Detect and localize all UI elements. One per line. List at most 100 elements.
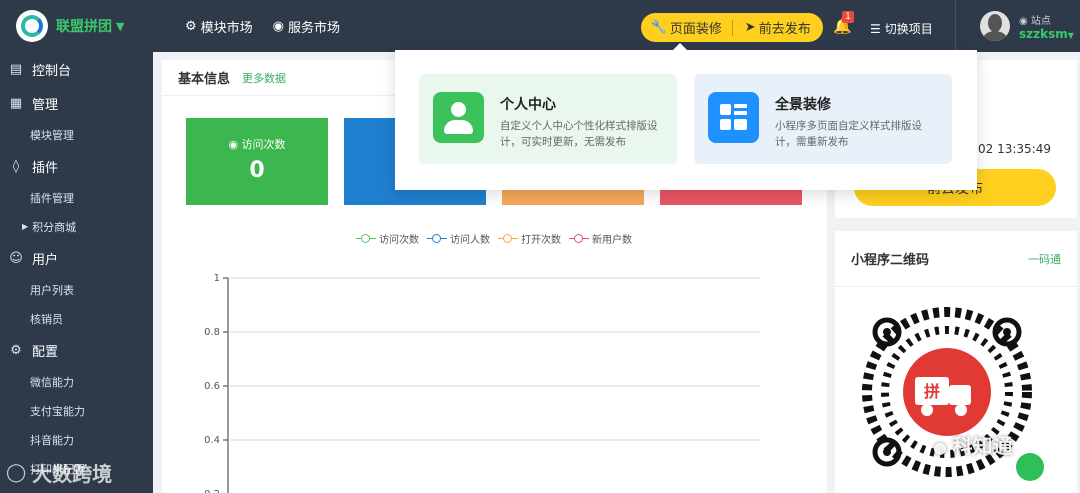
cubes-icon: ⚙ (185, 18, 197, 34)
sidebar-item-label: 模块管理 (30, 128, 74, 142)
switch-project-button[interactable]: ☰ 切换项目 (870, 20, 933, 37)
option-title: 个人中心 (500, 97, 556, 113)
legend-item[interactable]: 新用户数 (569, 231, 632, 246)
sidebar-item-label: 微信能力 (30, 375, 74, 389)
stat-label: 访问次数 (241, 138, 286, 151)
legend-marker (569, 233, 589, 244)
sidebar-item-user-list[interactable]: 用户列表 (0, 275, 153, 304)
legend-label: 访问人数 (450, 235, 490, 246)
sidebar-item-module-manage[interactable]: 模块管理 (0, 120, 153, 149)
layout-grid-icon (708, 92, 759, 143)
send-icon: ➤ (744, 20, 756, 35)
card-title: 基本信息 (178, 72, 231, 87)
sidebar-group-plugins[interactable]: ◊ 插件 (0, 149, 153, 183)
legend-marker (356, 233, 376, 244)
more-data-link[interactable]: 更多数据 (242, 70, 286, 86)
legend-marker (427, 233, 447, 244)
top-nav: ⚙ 模块市场 ◉ 服务市场 (185, 17, 360, 36)
sidebar-group-label: 用户 (32, 252, 59, 268)
sidebar-group-label: 控制台 (32, 63, 72, 79)
grid-icon: ▦ (9, 95, 23, 111)
sidebar-group-manage[interactable]: ▦ 管理 (0, 86, 153, 120)
notification-bell-icon[interactable]: 🔔 1 (833, 11, 854, 35)
sidebar-item-label: 积分商城 (32, 220, 77, 234)
wechat-icon: ● (933, 438, 953, 457)
stat-visits[interactable]: ◉ 访问次数 0 (186, 118, 328, 205)
legend-item[interactable]: 访问人数 (427, 231, 490, 246)
sidebar-item-wechat[interactable]: 微信能力 (0, 367, 153, 396)
header-action-pill: 🔧 页面装修 ➤ 前去发布 (641, 13, 823, 42)
option-title: 全景装修 (775, 97, 831, 113)
y-tick-label: 0.2 (204, 489, 220, 493)
qr-link[interactable]: 一码通 (1028, 251, 1061, 267)
stat-value: 0 (249, 158, 265, 183)
legend-label: 新用户数 (592, 235, 632, 246)
legend-marker (498, 233, 518, 244)
qr-header: 小程序二维码 一码通 (835, 231, 1077, 287)
sidebar-item-verifier[interactable]: 核销员 (0, 304, 153, 333)
chevron-down-icon: ▼ (116, 19, 125, 33)
nav-label: 服务市场 (288, 20, 341, 36)
mini-program-qr-code: 拼 (862, 307, 1044, 481)
option-full-decorate[interactable]: 全景装修 小程序多页面自定义样式排版设计，需重新发布 (694, 74, 952, 164)
y-tick-label: 1 (214, 273, 220, 284)
qr-title: 小程序二维码 (851, 253, 930, 268)
page-decorate-button[interactable]: 🔧 页面装修 (641, 18, 732, 37)
y-tick-label: 0.6 (204, 381, 220, 392)
sidebar-group-label: 管理 (32, 97, 59, 113)
nav-module-market[interactable]: ⚙ 模块市场 (185, 17, 253, 36)
site-label: 站点 (1030, 16, 1051, 27)
gear-icon: ⚙ (10, 342, 22, 358)
last-update-time: 02 13:35:49 (978, 142, 1051, 156)
avatar[interactable] (980, 11, 1010, 41)
wrench-icon: 🔧 (650, 20, 667, 35)
user-icon: ☺ (9, 250, 23, 266)
username: szzksm (1019, 27, 1068, 41)
sidebar: ▤ 控制台 ▦ 管理 模块管理 ◊ 插件 插件管理 ▶ 积分商城 ☺ 用户 用户… (0, 52, 153, 493)
sidebar-item-label: 用户列表 (30, 283, 74, 297)
site-icon: ◉ (1019, 16, 1031, 27)
sidebar-group-config[interactable]: ⚙ 配置 (0, 333, 153, 367)
sidebar-item-label: 插件管理 (30, 191, 74, 205)
sidebar-item-plugin-manage[interactable]: 插件管理 (0, 183, 153, 212)
y-tick-label: 0.4 (204, 435, 220, 446)
option-personal-center[interactable]: 个人中心 自定义个人中心个性化样式排版设计，可实时更新，无需发布 (419, 74, 677, 164)
popup-arrow (673, 43, 687, 50)
user-profile-icon (433, 92, 484, 143)
sidebar-item-douyin[interactable]: 抖音能力 (0, 425, 153, 454)
sidebar-item-label: 支付宝能力 (30, 404, 85, 418)
brand[interactable]: 联盟拼团 ▼ (0, 0, 153, 52)
user-info[interactable]: ◉ 站点 szzksm▼ (1019, 12, 1074, 41)
sidebar-item-label: 抖音能力 (30, 433, 74, 447)
dashboard-icon: ▤ (9, 61, 23, 77)
switch-project-label: 切换项目 (884, 22, 933, 36)
brand-name: 联盟拼团 (56, 19, 112, 35)
menu-icon: ☰ (870, 21, 881, 36)
watermark-right: ● 科知通 (933, 430, 1013, 459)
notification-badge: 1 (842, 11, 854, 23)
sidebar-group-users[interactable]: ☺ 用户 (0, 241, 153, 275)
header-divider (955, 0, 956, 52)
watermark-left: ◯ 大数跨境 (6, 458, 112, 487)
decorate-dropdown: 个人中心 自定义个人中心个性化样式排版设计，可实时更新，无需发布 全景装修 小程… (395, 43, 977, 190)
page-decorate-label: 页面装修 (669, 22, 722, 37)
globe-icon: ◉ (272, 18, 285, 34)
y-tick-label: 0.8 (204, 327, 220, 338)
sidebar-item-label: 核销员 (30, 312, 63, 326)
cube-icon: ◊ (12, 158, 20, 174)
sidebar-group-label: 配置 (32, 344, 59, 360)
legend-item[interactable]: 打开次数 (498, 231, 561, 246)
watermark-text: 科知通 (952, 434, 1013, 458)
nav-service-market[interactable]: ◉ 服务市场 (273, 17, 340, 36)
sidebar-group-dashboard[interactable]: ▤ 控制台 (0, 52, 153, 86)
legend-item[interactable]: 访问次数 (356, 231, 419, 246)
sidebar-item-alipay[interactable]: 支付宝能力 (0, 396, 153, 425)
legend-label: 打开次数 (521, 235, 561, 246)
sidebar-item-points-mall[interactable]: ▶ 积分商城 (0, 212, 153, 241)
legend-label: 访问次数 (379, 235, 419, 246)
caret-right-icon: ▶ (22, 222, 29, 231)
go-publish-button[interactable]: ➤ 前去发布 (733, 18, 824, 37)
caret-down-icon: ▼ (1067, 31, 1074, 40)
watermark-text: 大数跨境 (32, 462, 113, 486)
chart-legend: 访问次数 访问人数 打开次数 新用户数 (356, 231, 640, 246)
